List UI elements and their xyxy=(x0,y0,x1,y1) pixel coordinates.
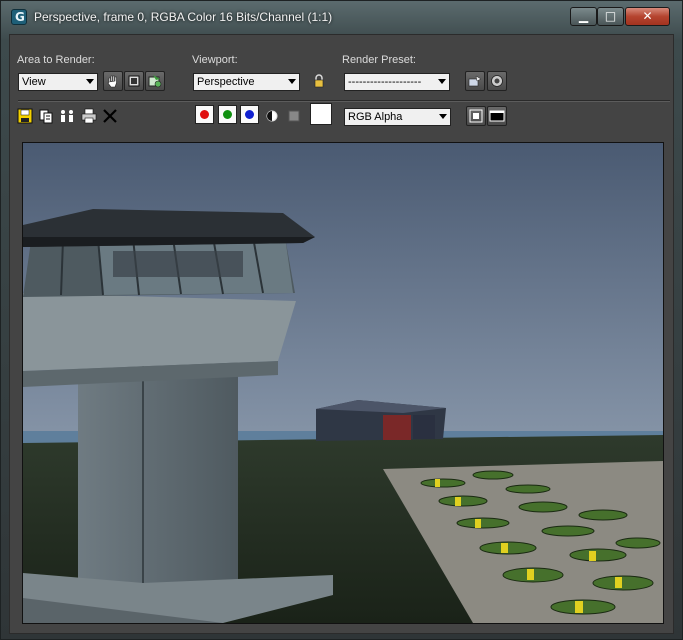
display-a-icon xyxy=(469,109,483,123)
display-toggle-b[interactable] xyxy=(487,106,507,126)
render-output-image xyxy=(22,142,664,624)
minimize-button[interactable]: ▁ xyxy=(570,7,597,26)
pan-button[interactable] xyxy=(103,71,123,91)
render-panel: Area to Render: Viewport: Render Preset:… xyxy=(9,34,674,634)
display-toggle-a[interactable] xyxy=(466,106,486,126)
render-button[interactable] xyxy=(145,71,165,91)
area-to-render-label: Area to Render: xyxy=(17,54,95,66)
alpha-icon[interactable] xyxy=(286,108,302,124)
window-title: Perspective, frame 0, RGBA Color 16 Bits… xyxy=(34,10,333,24)
render-icon xyxy=(148,75,162,88)
copy-icon[interactable] xyxy=(38,108,54,124)
env-icon xyxy=(468,75,482,87)
lock-button[interactable] xyxy=(309,71,329,91)
render-frame-window: G Perspective, frame 0, RGBA Color 16 Bi… xyxy=(0,0,683,640)
viewport-label: Viewport: xyxy=(192,54,238,66)
toolbar-divider xyxy=(18,100,670,102)
clone-icon[interactable] xyxy=(59,108,75,124)
red-channel-dot xyxy=(200,110,209,119)
green-channel-dot xyxy=(223,110,232,119)
print-icon[interactable] xyxy=(81,108,97,124)
display-b-icon xyxy=(489,110,505,122)
mono-icon[interactable] xyxy=(264,108,280,124)
render-preset-label: Render Preset: xyxy=(342,54,416,66)
red-channel-toggle[interactable] xyxy=(195,105,214,124)
color-swatch[interactable] xyxy=(310,103,332,125)
app-icon[interactable]: G xyxy=(11,9,27,25)
render-preset-dropdown[interactable]: -------------------- xyxy=(344,73,450,91)
region-icon xyxy=(128,75,140,87)
blue-channel-toggle[interactable] xyxy=(240,105,259,124)
settings-icon xyxy=(491,75,503,87)
edit-region-button[interactable] xyxy=(124,71,144,91)
channel-display-dropdown[interactable]: RGB Alpha xyxy=(344,108,451,126)
rendered-scene xyxy=(23,143,663,623)
save-icon[interactable] xyxy=(17,108,33,124)
clear-icon[interactable] xyxy=(102,108,118,124)
environment-button[interactable] xyxy=(465,71,485,91)
pan-icon xyxy=(107,75,117,88)
close-button[interactable]: ✕ xyxy=(625,7,670,26)
area-to-render-dropdown[interactable]: View xyxy=(18,73,98,91)
green-channel-toggle[interactable] xyxy=(218,105,237,124)
render-setup-button[interactable] xyxy=(487,71,507,91)
maximize-button[interactable]: □ xyxy=(597,7,624,26)
lock-icon xyxy=(314,74,324,88)
title-bar[interactable]: G Perspective, frame 0, RGBA Color 16 Bi… xyxy=(1,1,682,34)
viewport-dropdown[interactable]: Perspective xyxy=(193,73,300,91)
blue-channel-dot xyxy=(245,110,254,119)
